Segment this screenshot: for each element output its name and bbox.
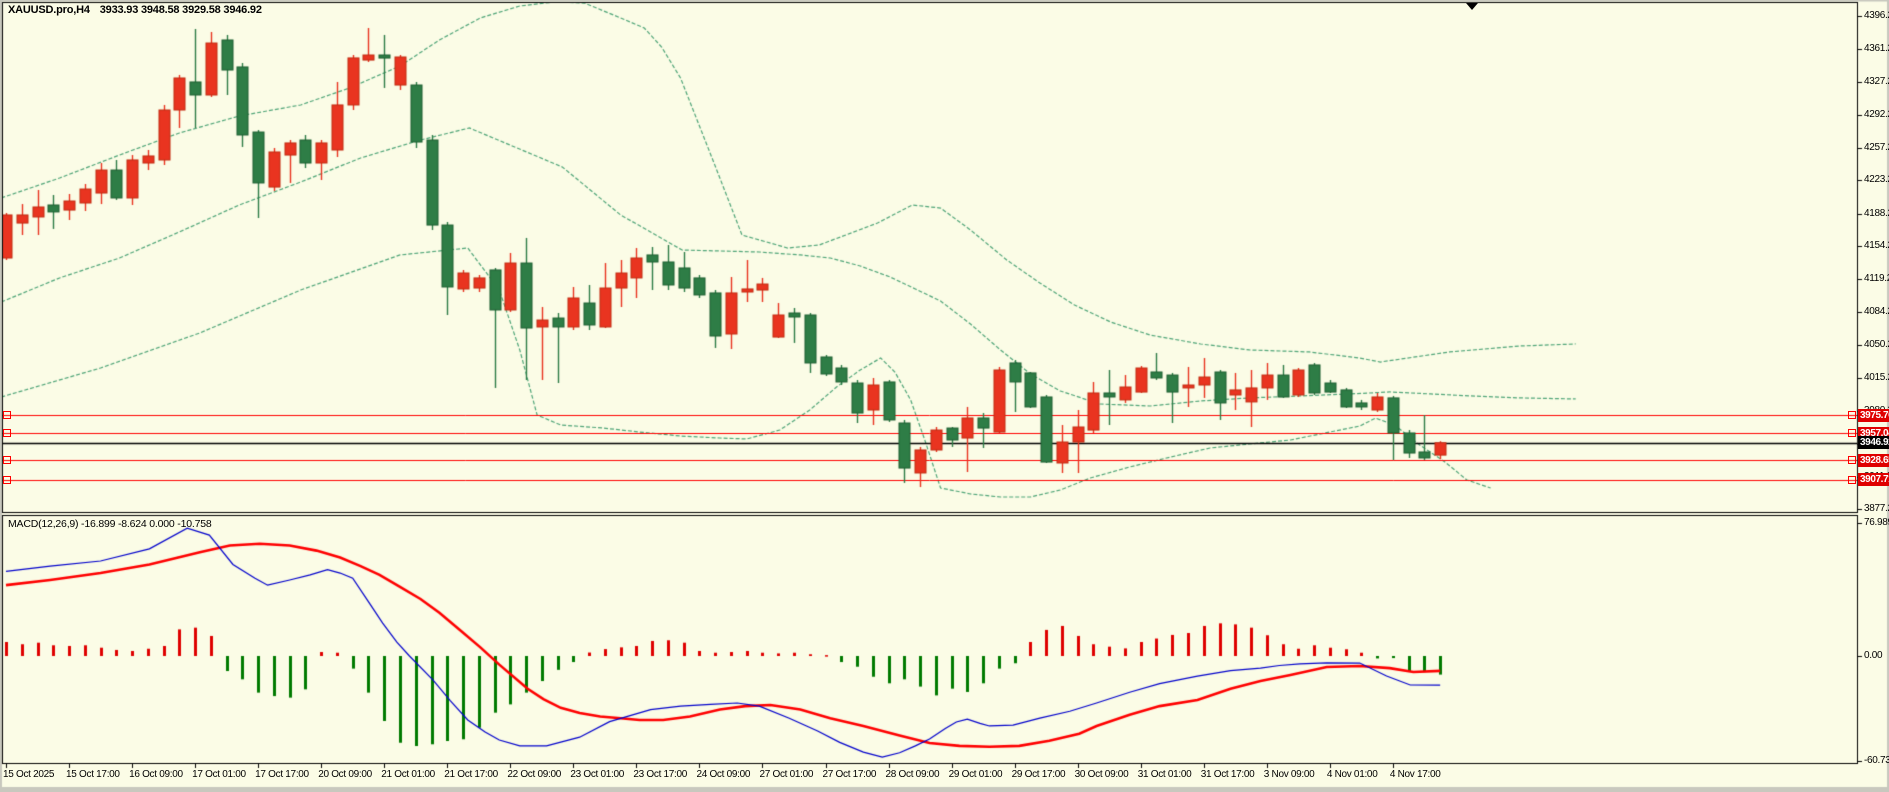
horizontal-line-handle[interactable] [3,456,11,464]
price-axis-label: 4361.20 [1864,43,1889,54]
time-axis-label: 22 Oct 09:00 [507,769,561,780]
time-axis-label: 24 Oct 09:00 [696,769,750,780]
horizontal-line-axis-handle[interactable] [1848,456,1856,464]
macd-axis-label: 76.989 [1864,517,1889,528]
time-axis-label: 4 Nov 01:00 [1327,769,1378,780]
horizontal-line-handle[interactable] [3,429,11,437]
time-axis-label: 31 Oct 01:00 [1138,769,1192,780]
time-axis-label: 30 Oct 09:00 [1075,769,1129,780]
macd-indicator-label: MACD(12,26,9) -16.899 -8.624 0.000 -10.7… [8,518,211,530]
price-axis-label: 4188.20 [1864,208,1889,219]
price-axis-label: 4396.20 [1864,10,1889,21]
time-axis-label: 31 Oct 17:00 [1201,769,1255,780]
time-axis-label: 29 Oct 17:00 [1012,769,1066,780]
price-chart-canvas[interactable] [0,0,1889,792]
price-axis-label: 4050.20 [1864,339,1889,350]
price-axis-label: 4257.20 [1864,142,1889,153]
time-axis-label: 15 Oct 17:00 [66,769,120,780]
horizontal-line-handle[interactable] [3,476,11,484]
time-axis-label: 23 Oct 01:00 [570,769,624,780]
price-axis-label: 4015.20 [1864,372,1889,383]
time-axis-label: 4 Nov 17:00 [1390,769,1441,780]
ohlc-values-label: 3933.93 3948.58 3929.58 3946.92 [100,4,262,16]
chart-title: XAUUSD.pro,H4 3933.93 3948.58 3929.58 394… [8,4,262,16]
horizontal-line-axis-handle[interactable] [1848,411,1856,419]
time-axis-label: 27 Oct 01:00 [759,769,813,780]
current-price-badge: 3946.92 [1858,436,1889,449]
time-axis-label: 16 Oct 09:00 [129,769,183,780]
horizontal-line-axis-handle[interactable] [1848,476,1856,484]
time-axis-label: 29 Oct 01:00 [949,769,1003,780]
time-axis-label: 3 Nov 09:00 [1264,769,1315,780]
time-axis-label: 27 Oct 17:00 [823,769,877,780]
macd-axis-label: -60.73 [1864,755,1889,766]
price-axis-label: 4292.20 [1864,109,1889,120]
time-axis-label: 28 Oct 09:00 [886,769,940,780]
price-axis-label: 4223.20 [1864,174,1889,185]
price-level-badge[interactable]: 3975.76 [1858,409,1889,422]
price-axis-label: 4119.20 [1864,273,1889,284]
price-axis-label: 4327.20 [1864,76,1889,87]
price-level-badge[interactable]: 3928.65 [1858,454,1889,467]
time-axis-label: 17 Oct 01:00 [192,769,246,780]
time-axis-label: 21 Oct 01:00 [381,769,435,780]
time-axis-label: 20 Oct 09:00 [318,769,372,780]
price-level-badge[interactable]: 3907.71 [1858,473,1889,486]
symbol-timeframe-label: XAUUSD.pro,H4 [8,4,90,16]
macd-axis-label: 0.00 [1864,650,1882,661]
mt4-chart-window: XAUUSD.pro,H4 3933.93 3948.58 3929.58 394… [0,0,1889,792]
horizontal-line-handle[interactable] [3,411,11,419]
price-axis-label: 4084.20 [1864,306,1889,317]
time-axis-label: 17 Oct 17:00 [255,769,309,780]
price-axis-label: 3877.20 [1864,503,1889,514]
time-axis-label: 23 Oct 17:00 [633,769,687,780]
time-axis-label: 21 Oct 17:00 [444,769,498,780]
time-axis-label: 15 Oct 2025 [3,769,54,780]
price-axis-label: 4154.20 [1864,240,1889,251]
scroll-position-marker-icon [1466,3,1478,10]
horizontal-line-axis-handle[interactable] [1848,429,1856,437]
